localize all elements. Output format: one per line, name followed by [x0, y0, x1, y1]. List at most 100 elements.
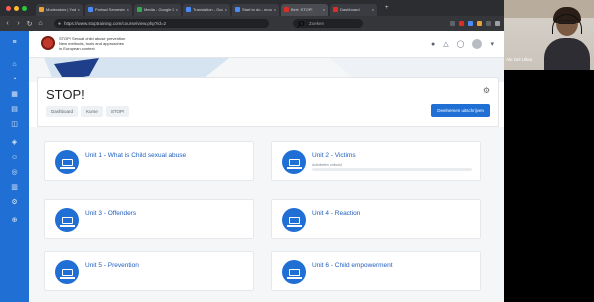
- tab-close-icon[interactable]: ×: [127, 7, 129, 12]
- moodle-nav-drawer: ≡ ⌂ ◔ ▦ ▤ ◫ ◈ ☺ ◎ ▥ ⚙ ⊕: [0, 31, 29, 302]
- tab-close-icon[interactable]: ×: [372, 7, 374, 12]
- breadcrumb-item[interactable]: STOP!: [105, 106, 130, 117]
- logo-line: in European context: [59, 46, 95, 51]
- breadcrumb: Dashboard Kurse STOP!: [46, 106, 130, 117]
- user-avatar[interactable]: [472, 39, 483, 49]
- settings-icon[interactable]: ⚙: [11, 199, 18, 206]
- site-logo[interactable]: [41, 36, 55, 50]
- tab-label: Portaal Semester - S.U.: [95, 7, 125, 12]
- unit-title[interactable]: Unit 1 - What is Child sexual abuse: [85, 152, 186, 159]
- unit-card[interactable]: Unit 2 - Victims Activiteiten voltooid: [271, 141, 481, 181]
- tab-favicon-icon: [284, 7, 289, 12]
- tab-label: Translation - Google T: [193, 7, 223, 12]
- unit-card[interactable]: Unit 4 - Reaction: [271, 199, 481, 239]
- breadcrumb-item[interactable]: Kurse: [81, 106, 103, 117]
- back-icon[interactable]: ‹: [4, 20, 11, 27]
- site-logo-text: STOP! Sexual child abuse prevention New …: [59, 36, 169, 51]
- tab-favicon-icon: [186, 7, 191, 12]
- unit-card[interactable]: Unit 5 - Prevention: [44, 251, 254, 291]
- chevron-down-icon[interactable]: ▾: [490, 40, 494, 48]
- breadcrumb-item[interactable]: Dashboard: [46, 106, 79, 117]
- bell-icon[interactable]: △: [443, 40, 448, 48]
- home-icon[interactable]: ⌂: [11, 61, 18, 68]
- gear-icon[interactable]: ⚙: [483, 86, 490, 95]
- course-content: Unit 1 - What is Child sexual abuse Unit…: [29, 127, 504, 302]
- tab-favicon-icon: [333, 7, 338, 12]
- unit-title[interactable]: Unit 5 - Prevention: [85, 262, 139, 269]
- extension-icon[interactable]: [459, 21, 464, 26]
- participants-icon[interactable]: ☺: [11, 154, 18, 161]
- notifications-icon[interactable]: ●: [431, 41, 435, 48]
- courses-icon[interactable]: ◫: [11, 121, 18, 128]
- enrol-button[interactable]: Deelnemen uitschrijven: [431, 104, 490, 117]
- minimize-window-icon[interactable]: [14, 5, 19, 11]
- messages-icon[interactable]: ◯: [457, 40, 465, 48]
- unit-title[interactable]: Unit 4 - Reaction: [312, 210, 360, 217]
- unit-card[interactable]: Unit 6 - Child empowerment: [271, 251, 481, 291]
- files-icon[interactable]: ▤: [11, 106, 18, 113]
- unit-title[interactable]: Unit 6 - Child empowerment: [312, 262, 393, 269]
- unit-title[interactable]: Unit 3 - Offenders: [85, 210, 136, 217]
- unit-progress-bar: [312, 168, 472, 171]
- monitor-icon: [55, 150, 79, 174]
- reload-icon[interactable]: ↻: [26, 20, 33, 28]
- search-icon: ⌕: [297, 14, 306, 32]
- window-controls: [0, 5, 36, 11]
- browser-search-input[interactable]: ⌕ Zoeken: [293, 15, 363, 32]
- extension-icon[interactable]: [477, 21, 482, 26]
- tab-close-icon[interactable]: ×: [274, 7, 276, 12]
- extension-icon[interactable]: [450, 21, 455, 26]
- close-window-icon[interactable]: [6, 5, 11, 11]
- extension-icon[interactable]: [486, 21, 491, 26]
- url-text: https://www.stoptraining.com/course/view…: [64, 21, 166, 26]
- browser-tab[interactable]: Start to do - moodle×: [232, 3, 279, 16]
- monitor-icon: [282, 150, 306, 174]
- calendar-icon[interactable]: ▦: [11, 91, 18, 98]
- menu-icon[interactable]: [495, 21, 500, 26]
- tab-close-icon[interactable]: ×: [225, 7, 227, 12]
- extensions-bar: [450, 21, 500, 26]
- browser-tab[interactable]: Moderators | Yoda ×: [36, 3, 83, 16]
- add-block-icon[interactable]: ⊕: [11, 217, 18, 224]
- tab-label: Media - Google Drive: [144, 7, 174, 12]
- course-icon[interactable]: ◈: [11, 139, 18, 146]
- tab-favicon-icon: [137, 7, 142, 12]
- new-tab-icon[interactable]: +: [385, 5, 389, 11]
- monitor-icon: [282, 260, 306, 284]
- extension-icon[interactable]: [468, 21, 473, 26]
- badges-icon[interactable]: ◎: [11, 169, 18, 176]
- browser-tab[interactable]: Portaal Semester - S.U.×: [85, 3, 132, 16]
- tab-label: Moderators | Yoda: [46, 7, 76, 12]
- browser-tab[interactable]: Translation - Google T×: [183, 3, 230, 16]
- unit-card[interactable]: Unit 3 - Offenders: [44, 199, 254, 239]
- black-area: [504, 70, 594, 302]
- home-icon[interactable]: ⌂: [37, 20, 44, 27]
- address-bar[interactable]: ● https://www.stoptraining.com/course/vi…: [54, 19, 269, 28]
- page-title: STOP!: [46, 87, 85, 102]
- unit-title[interactable]: Unit 2 - Victims: [312, 152, 356, 159]
- webcam-name-label: Ale Del Ulloa: [506, 57, 533, 62]
- tab-favicon-icon: [88, 7, 93, 12]
- forward-icon[interactable]: ›: [15, 20, 22, 27]
- tab-close-icon[interactable]: ×: [176, 7, 178, 12]
- site-header: STOP! Sexual child abuse prevention New …: [29, 31, 504, 58]
- tab-close-icon[interactable]: ×: [323, 7, 325, 12]
- tab-label: Start to do - moodle: [242, 7, 272, 12]
- grades-icon[interactable]: ▥: [11, 184, 18, 191]
- tab-label: Dashboard: [340, 7, 360, 12]
- page-header: STOP! ⚙ Dashboard Kurse STOP! Deelnemen …: [37, 77, 499, 127]
- tab-favicon-icon: [39, 7, 44, 12]
- maximize-window-icon[interactable]: [22, 5, 27, 11]
- header-actions: ● △ ◯ ▾: [431, 39, 494, 49]
- browser-tab[interactable]: Media - Google Drive×: [134, 3, 181, 16]
- dashboard-icon[interactable]: ◔: [11, 76, 18, 83]
- browser-tab-bar: Moderators | Yoda× Portaal Semester - S.…: [0, 0, 504, 16]
- tab-close-icon[interactable]: ×: [78, 7, 80, 12]
- tab-label: Bert: STOP!: [291, 7, 313, 12]
- unit-card[interactable]: Unit 1 - What is Child sexual abuse: [44, 141, 254, 181]
- unit-progress-text: Activiteiten voltooid: [312, 163, 342, 167]
- browser-toolbar: ‹ › ↻ ⌂ ● https://www.stoptraining.com/c…: [0, 15, 504, 32]
- browser-tab[interactable]: Dashboard ×: [330, 3, 377, 16]
- hamburger-menu-icon[interactable]: ≡: [11, 39, 18, 46]
- monitor-icon: [55, 260, 79, 284]
